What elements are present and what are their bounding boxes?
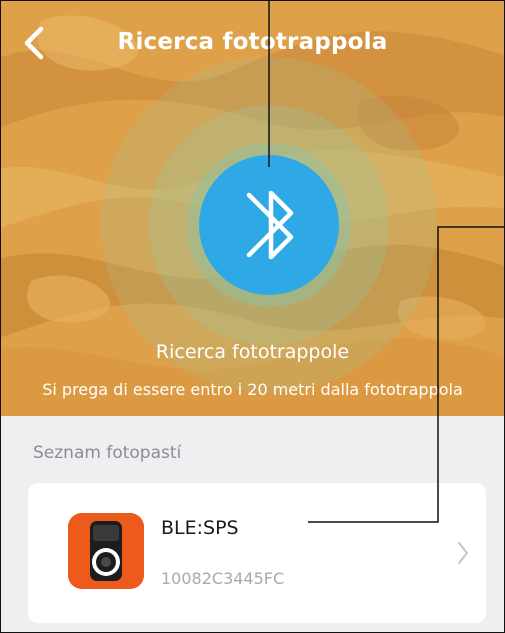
device-list-item[interactable]: BLE:SPS 10082C3445FC — [28, 483, 486, 623]
app-screen: Ricerca fototrappola Ricerca fototrappol… — [0, 0, 505, 633]
camera-trap-icon — [68, 513, 144, 589]
device-id: 10082C3445FC — [161, 569, 285, 588]
chevron-right-icon — [458, 542, 468, 564]
nav-bar: Ricerca fototrappola — [1, 1, 504, 91]
scan-hint-text: Si prega di essere entro i 20 metri dall… — [42, 380, 463, 399]
scan-hero: Ricerca fototrappola Ricerca fototrappol… — [1, 1, 504, 416]
page-title: Ricerca fototrappola — [117, 29, 388, 55]
scan-status-text: Ricerca fototrappole — [155, 341, 350, 363]
device-list-title: Seznam fotopastí — [33, 443, 182, 463]
device-name: BLE:SPS — [161, 517, 239, 539]
